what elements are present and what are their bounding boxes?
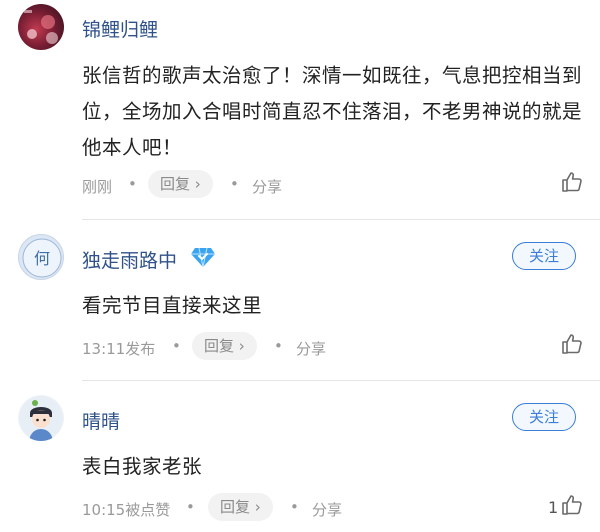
comment-text: 张信哲的歌声太治愈了！深情一如既往，气息把控相当到位，全场加入合唱时简直忍不住落…	[82, 64, 583, 159]
avatar-image	[19, 396, 63, 441]
comment-text: 表白我家老张	[82, 455, 203, 478]
avatar[interactable]	[18, 395, 64, 441]
username[interactable]: 晴晴	[82, 407, 120, 434]
separator-dot: •	[186, 498, 195, 516]
like-count: 1	[548, 498, 559, 517]
share-button[interactable]: 分享	[296, 338, 326, 359]
timestamp: 13:11发布	[82, 340, 156, 358]
comment-item: 锦鲤归鲤 张信哲的歌声太治愈了！深情一如既往，气息把控相当到位，全场加入合唱时简…	[0, 0, 600, 220]
svg-text:何: 何	[34, 249, 50, 268]
reply-button[interactable]: 回复 ›	[192, 332, 257, 360]
separator-dot: •	[290, 498, 299, 516]
comment-item: 晴晴 关注 表白我家老张 10:15被点赞 • 回复 › • 分享 1	[0, 381, 600, 532]
username[interactable]: 锦鲤归鲤	[82, 15, 158, 42]
separator-dot: •	[172, 337, 181, 355]
follow-button[interactable]: 关注	[512, 403, 576, 431]
avatar-image	[24, 10, 58, 44]
thumbs-up-icon[interactable]	[560, 170, 584, 194]
share-button[interactable]: 分享	[312, 499, 342, 520]
separator-dot: •	[274, 337, 283, 355]
thumbs-up-icon[interactable]	[560, 332, 584, 356]
username[interactable]: 独走雨路中	[82, 246, 177, 273]
follow-button[interactable]: 关注	[512, 242, 576, 270]
comment-item: 何 独走雨路中 关注 看完节目直接来这里 13:11发布 • 回复 › • 分享	[0, 220, 600, 380]
reply-button[interactable]: 回复 ›	[148, 170, 213, 198]
reply-button[interactable]: 回复 ›	[208, 493, 273, 521]
thumbs-up-icon[interactable]	[560, 493, 584, 517]
timestamp: 10:15被点赞	[82, 501, 171, 519]
timestamp: 刚刚	[82, 178, 113, 196]
separator-dot: •	[230, 175, 239, 193]
diamond-icon	[190, 246, 216, 268]
avatar[interactable]	[18, 4, 64, 50]
comment-text: 看完节目直接来这里	[82, 294, 263, 317]
share-button[interactable]: 分享	[252, 176, 282, 197]
avatar[interactable]: 何	[18, 234, 64, 280]
avatar-image: 何	[22, 238, 62, 278]
separator-dot: •	[128, 175, 137, 193]
